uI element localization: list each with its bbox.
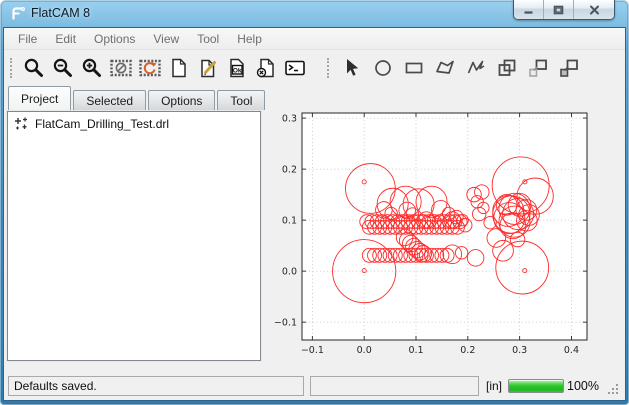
plot-canvas[interactable]: −0.1 0.0 0.1 0.2 0.3 0.4 −0.1 0.0 0.1 0.2 0.3 (266, 110, 624, 364)
toolbar-handle[interactable] (10, 58, 12, 78)
project-tree[interactable]: FlatCam_Drilling_Test.drl (7, 111, 261, 361)
svg-text:0.3: 0.3 (282, 114, 297, 125)
menu-file[interactable]: File (9, 29, 46, 49)
menu-bar: File Edit Options View Tool Help (4, 28, 625, 50)
close-button[interactable] (574, 0, 614, 19)
save-project-icon: Ok (225, 56, 249, 80)
svg-text:0.0: 0.0 (357, 345, 372, 356)
svg-text:0.2: 0.2 (282, 165, 297, 176)
window-controls (513, 0, 615, 20)
union-icon (495, 56, 519, 80)
tab-options-label: Options (161, 94, 202, 108)
svg-text:0.1: 0.1 (408, 345, 423, 356)
svg-text:0.4: 0.4 (564, 345, 579, 356)
add-rectangle-button[interactable] (398, 54, 429, 82)
menu-options[interactable]: Options (85, 29, 144, 49)
title-bar[interactable]: FlatCAM 8 (0, 0, 629, 27)
add-circle-icon (371, 56, 395, 80)
svg-text:0.3: 0.3 (512, 345, 527, 356)
open-project-button[interactable] (193, 54, 222, 82)
add-path-button[interactable] (460, 54, 491, 82)
zoom-out-button[interactable] (48, 54, 77, 82)
app-logo-icon (10, 5, 26, 21)
union-button[interactable] (491, 54, 522, 82)
zoom-in-icon (80, 56, 104, 80)
resize-grip[interactable] (608, 384, 619, 395)
clear-plot-icon (109, 56, 133, 80)
menu-view[interactable]: View (144, 29, 188, 49)
flatcam-window: FlatCAM 8 File Edit Options View Tool He… (0, 0, 629, 405)
svg-text:−0.1: −0.1 (301, 345, 324, 356)
maximize-button[interactable] (544, 0, 574, 19)
copy-objects-icon (526, 56, 550, 80)
copy-objects-button[interactable] (522, 54, 553, 82)
new-project-icon (167, 56, 191, 80)
move-objects-icon (557, 56, 581, 80)
move-objects-button[interactable] (553, 54, 584, 82)
svg-text:−0.1: −0.1 (274, 318, 297, 329)
svg-text:Ok: Ok (232, 67, 241, 74)
select-button[interactable] (336, 54, 367, 82)
add-path-icon (464, 56, 488, 80)
zoom-in-button[interactable] (77, 54, 106, 82)
toolbar-handle-2[interactable] (327, 58, 329, 78)
svg-text:0.1: 0.1 (282, 216, 297, 227)
replot-icon (138, 56, 162, 80)
plot-svg: −0.1 0.0 0.1 0.2 0.3 0.4 −0.1 0.0 0.1 0.2 0.3 (266, 110, 622, 364)
toolbar: Ok (4, 50, 625, 86)
close-icon (589, 5, 600, 15)
progress-percent-label: 100% (567, 379, 599, 393)
minimize-icon (523, 5, 534, 15)
svg-text:0.2: 0.2 (460, 345, 475, 356)
replot-button[interactable] (135, 54, 164, 82)
menu-tool[interactable]: Tool (188, 29, 228, 49)
select-icon (340, 56, 364, 80)
progress-bar (508, 379, 564, 393)
clear-plot-button[interactable] (106, 54, 135, 82)
add-polygon-button[interactable] (429, 54, 460, 82)
delete-object-button[interactable] (251, 54, 280, 82)
zoom-fit-button[interactable] (19, 54, 48, 82)
tab-tool-label: Tool (230, 94, 252, 108)
open-project-icon (196, 56, 220, 80)
shell-icon (283, 56, 307, 80)
status-message-panel: Defaults saved. (8, 376, 304, 396)
tab-project-label: Project (21, 92, 58, 106)
tab-tool[interactable]: Tool (217, 90, 265, 110)
minimize-button[interactable] (514, 0, 544, 19)
menu-help[interactable]: Help (228, 29, 271, 49)
add-polygon-icon (433, 56, 457, 80)
zoom-fit-icon (22, 56, 46, 80)
svg-text:0.0: 0.0 (282, 267, 297, 278)
tab-bar: Project Selected Options Tool (4, 86, 625, 110)
add-rectangle-icon (402, 56, 426, 80)
tab-project[interactable]: Project (8, 86, 71, 110)
menu-edit[interactable]: Edit (46, 29, 85, 49)
main-content: FlatCam_Drilling_Test.drl −0.1 0.0 0.1 0.2 0… (4, 110, 625, 364)
client-area: File Edit Options View Tool Help (3, 27, 626, 401)
new-project-button[interactable] (164, 54, 193, 82)
status-bar: Defaults saved. [in] 100% (4, 372, 625, 399)
shell-button[interactable] (280, 54, 309, 82)
window-title: FlatCAM 8 (31, 6, 90, 20)
tab-options[interactable]: Options (148, 90, 215, 110)
save-project-button[interactable]: Ok (222, 54, 251, 82)
drill-file-icon (14, 116, 29, 131)
maximize-icon (553, 5, 564, 15)
status-secondary-panel (310, 376, 479, 396)
tab-selected-label: Selected (86, 94, 133, 108)
status-message: Defaults saved. (14, 379, 97, 393)
add-circle-button[interactable] (367, 54, 398, 82)
tree-item-label: FlatCam_Drilling_Test.drl (35, 117, 169, 131)
tab-selected[interactable]: Selected (73, 90, 146, 110)
zoom-out-icon (51, 56, 75, 80)
units-indicator: [in] (486, 379, 502, 393)
delete-object-icon (254, 56, 278, 80)
tree-item-drill-file[interactable]: FlatCam_Drilling_Test.drl (8, 112, 260, 131)
